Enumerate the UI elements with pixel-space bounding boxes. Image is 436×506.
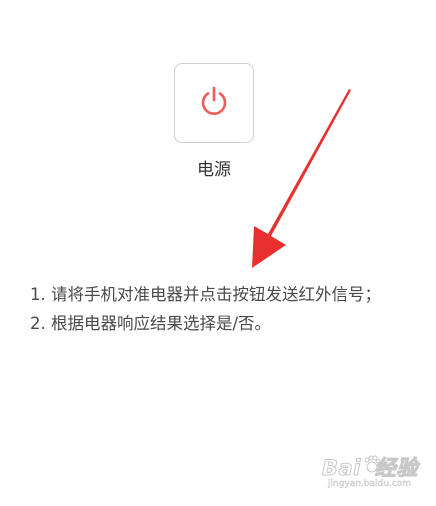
watermark-logo: Bai 经验 jingyan.baidu.com <box>322 455 418 490</box>
instructions: 1. 请将手机对准电器并点击按钮发送红外信号； 2. 根据电器响应结果选择是/否… <box>30 280 390 338</box>
power-icon <box>197 84 231 122</box>
watermark-url: jingyan.baidu.com <box>328 479 412 490</box>
instruction-step-2: 2. 根据电器响应结果选择是/否。 <box>30 314 272 333</box>
instruction-step-1: 1. 请将手机对准电器并点击按钮发送红外信号； <box>30 285 381 304</box>
power-button-label: 电源 <box>197 160 231 180</box>
power-button[interactable] <box>174 63 254 143</box>
